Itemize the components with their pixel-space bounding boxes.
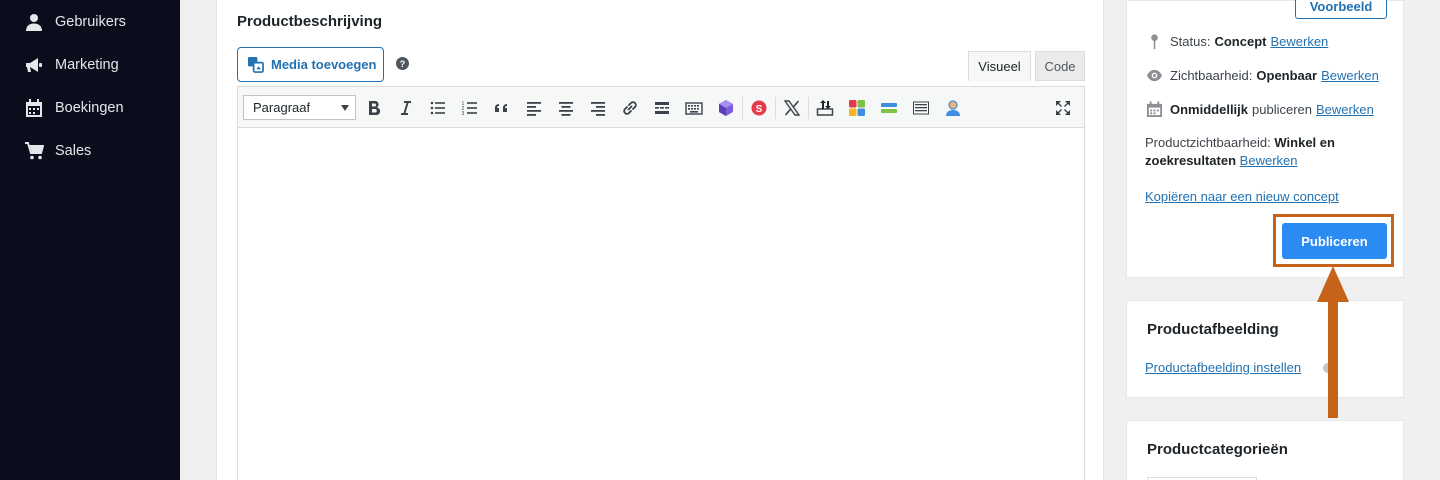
numbered-list-icon[interactable]: 123 xyxy=(457,95,483,121)
eye-icon xyxy=(1145,66,1163,84)
product-image-title: Productafbeelding xyxy=(1147,321,1279,338)
set-product-image-link[interactable]: Productafbeelding instellen xyxy=(1145,360,1301,375)
product-categories-title: Productcategorieën xyxy=(1147,441,1288,458)
copy-to-draft-link[interactable]: Kopiëren naar een nieuw concept xyxy=(1145,189,1339,204)
x-icon[interactable] xyxy=(779,95,805,121)
person-plugin-icon[interactable] xyxy=(940,95,966,121)
svg-text:3: 3 xyxy=(462,111,465,117)
sidebar-item-label: Gebruikers xyxy=(55,14,126,30)
schedule-row: Onmiddellijk publiceren Bewerken xyxy=(1145,100,1374,118)
toolbar-divider xyxy=(775,97,776,119)
blockquote-icon[interactable] xyxy=(489,95,515,121)
visibility-row: Zichtbaarheid: Openbaar Bewerken xyxy=(1145,66,1379,84)
bullet-list-icon[interactable] xyxy=(425,95,451,121)
upload-icon[interactable] xyxy=(812,95,838,121)
product-description-box: Productbeschrijving Media toevoegen ? Vi… xyxy=(216,0,1104,480)
toolbar-divider xyxy=(808,97,809,119)
sidebar-item-bookings[interactable]: Boekingen xyxy=(0,90,180,126)
calendar-icon xyxy=(1145,100,1163,118)
catalog-visibility-label: Productzichtbaarheid: xyxy=(1145,135,1271,150)
sidebar-item-label: Boekingen xyxy=(55,100,124,116)
status-value: Concept xyxy=(1214,33,1267,49)
tab-code[interactable]: Code xyxy=(1035,51,1085,81)
chevron-down-icon xyxy=(341,105,349,111)
link-icon[interactable] xyxy=(617,95,643,121)
arrow-up-annotation xyxy=(1317,266,1349,418)
add-media-button[interactable]: Media toevoegen xyxy=(237,47,384,82)
edit-status-link[interactable]: Bewerken xyxy=(1270,34,1328,49)
admin-sidebar: Gebruikers Marketing Boekingen Sales xyxy=(0,0,180,480)
grid-plugin-icon[interactable] xyxy=(844,95,870,121)
format-select[interactable]: Paragraaf xyxy=(243,95,356,120)
plugin-s-icon[interactable]: S xyxy=(746,95,772,121)
product-categories-box: Productcategorieën xyxy=(1126,420,1404,480)
edit-catalog-visibility-link[interactable]: Bewerken xyxy=(1240,153,1298,168)
bars-plugin-icon[interactable] xyxy=(876,95,902,121)
catalog-visibility-row: Productzichtbaarheid: Winkel en zoekresu… xyxy=(1145,134,1395,170)
fullscreen-icon[interactable] xyxy=(1050,95,1076,121)
schedule-value: Onmiddellijk xyxy=(1170,101,1249,117)
edit-schedule-link[interactable]: Bewerken xyxy=(1316,102,1374,117)
edit-visibility-link[interactable]: Bewerken xyxy=(1321,68,1379,83)
svg-text:S: S xyxy=(756,104,763,115)
format-select-value: Paragraaf xyxy=(253,100,311,115)
status-label: Status: xyxy=(1170,33,1211,49)
preview-button[interactable]: Voorbeeld xyxy=(1295,0,1387,19)
calendar-icon xyxy=(23,97,45,119)
italic-icon[interactable] xyxy=(393,95,419,121)
cart-icon xyxy=(23,140,45,162)
megaphone-icon xyxy=(23,54,45,76)
sidebar-item-label: Sales xyxy=(55,143,92,159)
align-right-icon[interactable] xyxy=(585,95,611,121)
schedule-label: publiceren xyxy=(1252,101,1313,117)
read-more-icon[interactable] xyxy=(649,95,675,121)
align-left-icon[interactable] xyxy=(521,95,547,121)
lines-plugin-icon[interactable] xyxy=(908,95,934,121)
pin-icon xyxy=(1145,32,1163,50)
visibility-value: Openbaar xyxy=(1256,67,1318,83)
sidebar-item-marketing[interactable]: Marketing xyxy=(0,47,180,83)
help-icon[interactable]: ? xyxy=(396,57,409,70)
toolbar-divider xyxy=(742,97,743,119)
keyboard-icon[interactable] xyxy=(681,95,707,121)
status-row: Status: Concept Bewerken xyxy=(1145,32,1328,50)
sidebar-item-sales[interactable]: Sales xyxy=(0,133,180,169)
sidebar-item-label: Marketing xyxy=(55,57,119,73)
user-icon xyxy=(23,11,45,33)
visibility-label: Zichtbaarheid: xyxy=(1170,67,1253,83)
media-icon xyxy=(247,56,264,73)
add-media-label: Media toevoegen xyxy=(271,57,377,72)
product-image-box: Productafbeelding Productafbeelding inst… xyxy=(1126,300,1404,398)
editor-toolbar: Paragraaf 123 S xyxy=(238,87,1084,128)
sidebar-item-users[interactable]: Gebruikers xyxy=(0,4,180,40)
align-center-icon[interactable] xyxy=(553,95,579,121)
highlight-annotation xyxy=(1273,214,1394,267)
rich-text-editor[interactable]: Paragraaf 123 S xyxy=(237,86,1085,480)
bold-icon[interactable] xyxy=(361,95,387,121)
tab-visual[interactable]: Visueel xyxy=(968,51,1031,81)
plugin-hexagon-icon[interactable] xyxy=(713,95,739,121)
section-title: Productbeschrijving xyxy=(237,13,383,30)
